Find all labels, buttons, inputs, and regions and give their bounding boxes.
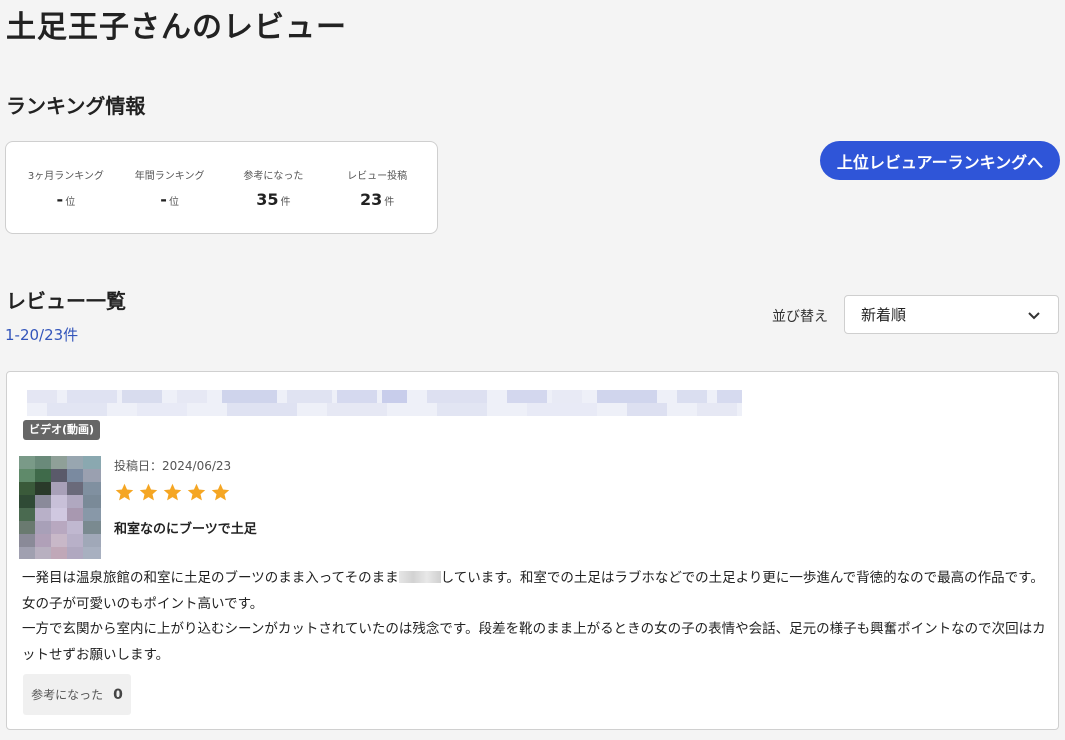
- stat-label: 3ヶ月ランキング: [27, 170, 104, 182]
- star-icon: [211, 483, 230, 501]
- post-date: 投稿日：2024/06/23: [114, 459, 232, 473]
- stat-label: レビュー投稿: [347, 170, 408, 182]
- chevron-down-icon: [1028, 311, 1040, 319]
- page-title: 土足王子さんのレビュー: [6, 10, 347, 45]
- stat-value: -: [160, 189, 167, 209]
- review-list-title: レビュー一覧: [6, 289, 126, 313]
- video-badge: ビデオ(動画): [23, 420, 101, 440]
- star-icon: [115, 483, 134, 501]
- review-title: 和室なのにブーツで土足: [114, 522, 257, 537]
- stat-value: 23: [359, 189, 383, 209]
- top-reviewer-ranking-button[interactable]: 上位レビュアーランキングへ: [820, 141, 1060, 180]
- stat-label: 参考になった: [243, 170, 304, 182]
- sort-selected-value: 新着順: [861, 306, 907, 324]
- review-body: 一発目は温泉旅館の和室に土足のブーツのまま入ってそのまま しています。和室での土足…: [22, 566, 1047, 668]
- helpful-count: 0: [113, 686, 123, 703]
- review-paragraph: 一方で玄関から室内に上がり込むシーンがカットされていたのは残念です。段差を靴のま…: [22, 621, 1046, 663]
- stat-value: 35: [256, 189, 279, 209]
- review-text: 一発目は温泉旅館の和室に土足のブーツのまま入ってそのまま: [22, 570, 399, 586]
- stat-unit: 件: [384, 196, 395, 208]
- stat-label: 年間ランキング: [134, 170, 205, 182]
- stat-3month-ranking: 3ヶ月ランキング -位: [14, 167, 118, 209]
- ranking-section-title: ランキング情報: [6, 94, 146, 118]
- star-icon: [139, 483, 158, 501]
- star-icon: [163, 483, 182, 501]
- sort-select[interactable]: 新着順: [844, 295, 1059, 334]
- stat-unit: 件: [280, 196, 291, 208]
- star-rating: [114, 482, 231, 503]
- product-title-blurred[interactable]: [27, 390, 742, 416]
- review-count: 1-20/23件: [5, 326, 79, 344]
- review-paragraph: 一発目は温泉旅館の和室に土足のブーツのまま入ってそのまま しています。和室での土足…: [22, 566, 1047, 617]
- helpful-label: 参考になった: [31, 688, 104, 702]
- stat-yearly-ranking: 年間ランキング -位: [118, 167, 222, 209]
- review-card: ビデオ(動画) 投稿日：2024/06/23 和室なのにブーツで土足 一発目は温…: [6, 371, 1059, 730]
- stat-review-posts: レビュー投稿 23 件: [325, 167, 429, 209]
- reviewer-avatar: [19, 456, 101, 559]
- blurred-word: [398, 571, 441, 583]
- sort-label: 並び替え: [772, 309, 828, 325]
- helpful-button[interactable]: 参考になった 0: [23, 674, 131, 715]
- stat-unit: 位: [168, 196, 179, 208]
- stat-value: -: [56, 189, 64, 209]
- stat-helpful-count: 参考になった 35 件: [222, 167, 326, 209]
- star-icon: [187, 483, 206, 501]
- stat-unit: 位: [65, 196, 76, 208]
- ranking-info-card: 3ヶ月ランキング -位 年間ランキング -位 参考になった 35 件 レビュー投稿…: [5, 141, 438, 234]
